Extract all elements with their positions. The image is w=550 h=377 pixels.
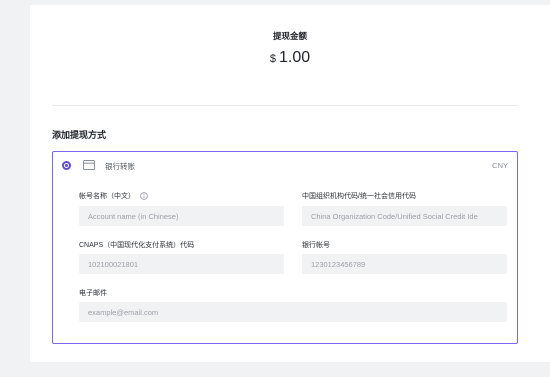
info-icon[interactable]	[140, 192, 148, 200]
cnaps-label: CNAPS（中国现代化支付系统）代码	[79, 240, 194, 250]
bank-card-icon	[83, 160, 95, 170]
bank-account-label-text: 银行帐号	[302, 242, 330, 249]
bottom-background	[30, 362, 550, 377]
method-currency: CNY	[492, 161, 508, 170]
left-background	[0, 0, 12, 377]
email-label-text: 电子邮件	[79, 290, 107, 297]
withdrawal-panel: 提现金额 $ 1.00 添加提现方式 银行转账 CNY 帐号名称（中文） 中国组…	[30, 5, 550, 362]
section-title: 添加提现方式	[52, 130, 107, 140]
org-code-label: 中国组织机构代码/统一社会信用代码	[302, 191, 416, 201]
email-label: 电子邮件	[79, 288, 107, 298]
divider	[52, 105, 518, 106]
account-name-label-text: 帐号名称（中文）	[79, 193, 135, 200]
method-label: 银行转账	[105, 162, 135, 171]
amount-currency-symbol: $	[269, 53, 276, 65]
cnaps-input[interactable]	[79, 254, 284, 274]
org-code-input[interactable]	[302, 206, 507, 226]
amount-title: 提现金额	[272, 31, 307, 41]
account-name-label: 帐号名称（中文）	[79, 191, 148, 201]
email-input[interactable]	[79, 302, 507, 322]
amount-display: $ 1.00	[30, 49, 550, 67]
amount-value: 1.00	[278, 49, 311, 66]
bank-transfer-option[interactable]: 银行转账 CNY 帐号名称（中文） 中国组织机构代码/统一社会信用代码 CNAP…	[52, 151, 518, 344]
bank-account-input[interactable]	[302, 254, 507, 274]
method-radio-selected[interactable]	[62, 161, 71, 170]
account-name-input[interactable]	[79, 206, 284, 226]
org-code-label-text: 中国组织机构代码/统一社会信用代码	[302, 193, 416, 200]
cnaps-label-text: CNAPS（中国现代化支付系统）代码	[79, 242, 195, 249]
bank-account-label: 银行帐号	[302, 240, 330, 250]
